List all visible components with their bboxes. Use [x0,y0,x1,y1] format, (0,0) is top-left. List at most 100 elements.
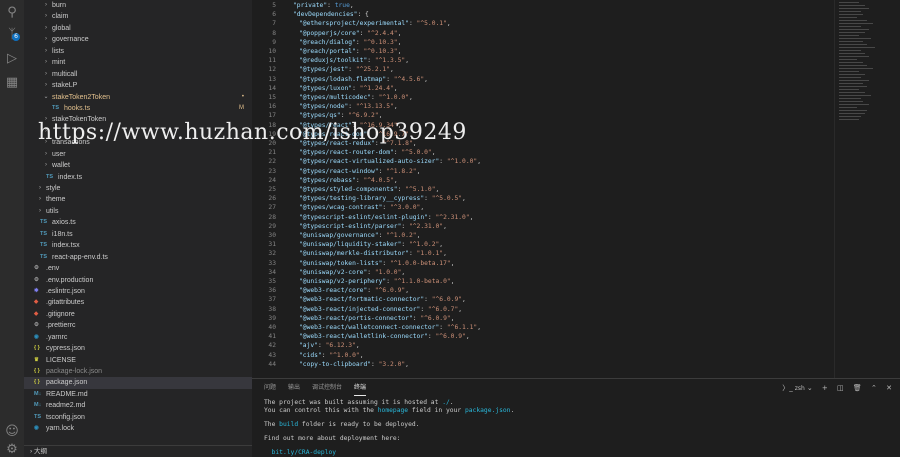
tab-terminal[interactable]: 终端 [354,381,367,396]
settings-icon[interactable]: ⚙ [3,441,21,457]
code-line: 29 "@typescript-eslint/parser": "^2.31.0"… [252,222,832,231]
run-debug-icon[interactable]: ▷ [3,50,21,68]
minimap-line [839,95,871,96]
chevron-down-icon[interactable]: ⌄ [807,384,813,392]
outline-section-header[interactable]: › 大纲 [24,445,252,457]
explorer-sidebar: › burn › claim › global › governance › lists › mint… [24,0,252,457]
tree-item-label: cypress.json [46,345,85,353]
line-number: 36 [268,287,276,295]
tree-file[interactable]: TS hooks.ts M [24,103,252,114]
tree-item-label: .gitattributes [46,299,85,307]
code-line: 33 "@uniswap/token-lists": "^1.0.0-beta.1… [252,259,832,268]
line-number: 42 [268,342,276,350]
minimap-line [839,104,869,105]
tree-file[interactable]: TS index.tsx [24,240,252,251]
search-icon[interactable]: ⚲ [3,4,21,22]
tree-folder[interactable]: › global [24,23,252,34]
code-line: 35 "@uniswap/v2-periphery": "^1.1.0-beta.… [252,277,832,286]
tree-file[interactable]: TS tsconfig.json [24,412,252,423]
minimap-line [839,38,871,39]
tree-folder[interactable]: › style [24,183,252,194]
code-line: 13 "@types/lodash.flatmap": "^4.5.6", [252,75,832,84]
tree-file[interactable]: ◆ .gitignore [24,309,252,320]
chevron-up-icon[interactable]: ⌃ [871,384,877,392]
tree-item-label: multicall [52,70,78,78]
terminal-selector[interactable]: zsh [795,385,805,392]
code-line: 21 "@types/react-router-dom": "^5.0.0", [252,148,832,157]
line-number: 12 [268,66,276,74]
code-text: "@types/rebass": "^4.0.5", [299,176,398,184]
minimap-line [839,113,865,114]
tree-file[interactable]: ◉ yarn.lock [24,423,252,434]
tree-folder[interactable]: › lists [24,46,252,57]
tree-file[interactable]: ⚙ .env [24,263,252,274]
line-number: 8 [272,29,276,37]
extensions-icon[interactable]: ▦ [3,74,21,92]
line-number: 5 [272,2,276,9]
tree-folder[interactable]: ⌄ stakeToken2Token • [24,92,252,103]
tree-file[interactable]: TS i18n.ts [24,229,252,240]
split-terminal-icon[interactable]: ◫ [837,384,844,392]
minimap-line [839,74,865,75]
line-number: 44 [268,360,276,368]
line-number: 43 [268,351,276,359]
panel-toolbar: 〉_ zsh ⌄ + ◫ 🗑 ⌃ ✕ [775,381,892,395]
code-editor[interactable]: 5 "private": true, 6 "devDependencies": {7 "… [252,0,834,378]
line-number: 26 [268,195,276,203]
code-line: 32 "@uniswap/merkle-distributor": "1.0.1"… [252,249,832,258]
tree-folder[interactable]: › claim [24,11,252,22]
tab-debug-console[interactable]: 调试控制台 [312,381,342,395]
tab-problems[interactable]: 问题 [264,381,276,395]
tree-file[interactable]: ⚙ .prettierrc [24,320,252,331]
tree-folder[interactable]: › mint [24,57,252,68]
tree-file[interactable]: TS react-app-env.d.ts [24,252,252,263]
tree-folder[interactable]: › wallet [24,160,252,171]
tree-file[interactable]: { } cypress.json [24,343,252,354]
ts-file-icon: TS [46,173,54,180]
code-text: "@typescript-eslint/parser": "^2.31.0", [299,222,447,230]
ts-file-icon: TS [52,104,60,111]
chevron-right-icon: › [45,162,47,169]
tree-file[interactable]: ♛ LICENSE [24,355,252,366]
minimap[interactable] [834,0,900,378]
code-line: 30 "@uniswap/governance": "^1.0.2", [252,231,832,240]
line-number: 10 [268,48,276,55]
minimap-line [839,44,867,45]
code-line: 43 "cids": "^1.0.0", [252,351,832,360]
add-terminal-icon[interactable]: + [822,384,828,392]
tree-file[interactable]: ⚙ .env.production [24,275,252,286]
tree-file[interactable]: ◆ .gitattributes [24,297,252,308]
chevron-right-icon: › [45,47,47,54]
tree-file[interactable]: { } package.json [24,377,252,389]
tree-folder[interactable]: › theme [24,194,252,205]
code-line: 42 "ajv": "6.12.3", [252,341,832,350]
tree-file[interactable]: M↓ README.md [24,389,252,400]
tree-folder[interactable]: › stakeLP [24,80,252,91]
tree-folder[interactable]: › governance [24,34,252,45]
tree-item-label: index.tsx [52,242,80,250]
trash-icon[interactable]: 🗑 [853,384,862,392]
chevron-right-icon: › [45,24,47,31]
code-line: 28 "@typescript-eslint/eslint-plugin": "^… [252,213,832,222]
tree-file[interactable]: TS axios.ts [24,217,252,228]
terminal-line: You can control this with the homepage f… [264,407,515,414]
tree-file[interactable]: { } package-lock.json [24,366,252,377]
code-text: "@web3-react/walletlink-connector": "^6.… [299,333,470,341]
close-icon[interactable]: ✕ [886,384,892,392]
minimap-line [839,92,865,93]
tree-folder[interactable]: › burn [24,0,252,11]
minimap-line [839,50,861,51]
line-number: 11 [268,57,276,65]
tree-file[interactable]: ✱ .eslintrc.json [24,286,252,297]
tree-file[interactable]: M↓ readme2.md [24,400,252,411]
terminal-link[interactable]: bit.ly/CRA-deploy [264,448,336,457]
tree-file[interactable]: ◉ .yarnrc [24,332,252,343]
tree-folder[interactable]: › user [24,149,252,160]
tree-folder[interactable]: › utils [24,206,252,217]
chevron-right-icon: › [45,82,47,89]
line-number: 32 [268,250,276,258]
tree-folder[interactable]: › multicall [24,69,252,80]
tree-file[interactable]: TS index.ts [24,172,252,183]
tab-output[interactable]: 输出 [288,381,300,395]
account-icon[interactable]: ☺ [3,423,21,441]
